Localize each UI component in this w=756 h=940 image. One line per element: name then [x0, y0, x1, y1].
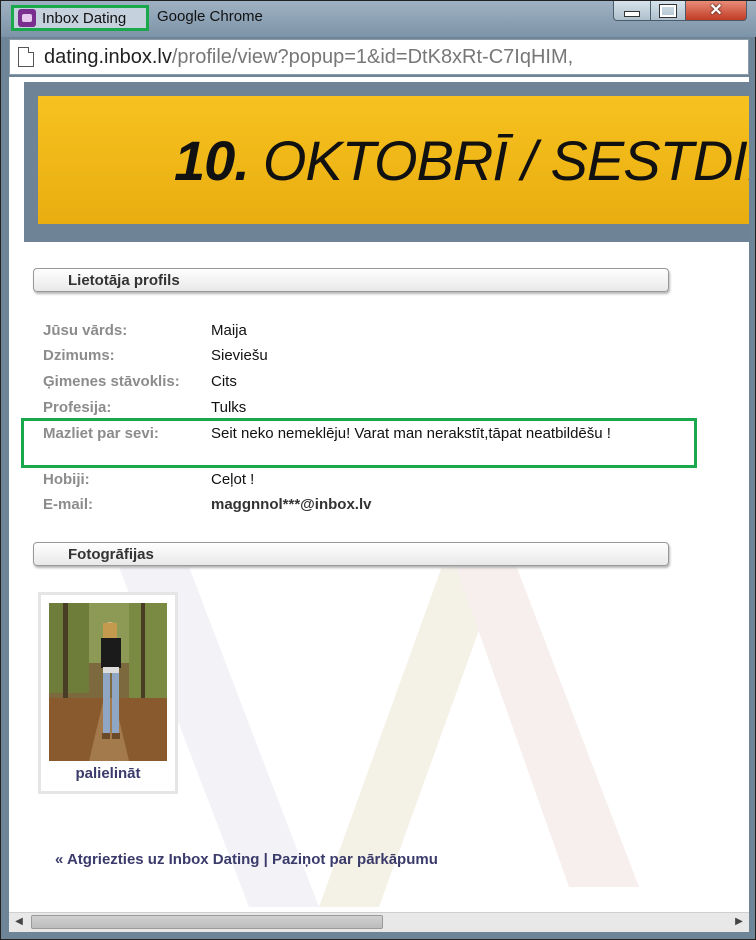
- banner-date-text: OKTOBRĪ / SESTDIENA: [262, 128, 749, 192]
- minimize-button[interactable]: [613, 1, 651, 21]
- minimize-icon: [624, 10, 640, 17]
- profile-email-value: maggnnol***@inbox.lv: [211, 496, 372, 513]
- title-bar: Inbox Dating Google Chrome ✕: [1, 1, 756, 37]
- horizontal-scrollbar[interactable]: ◀ ▶: [9, 912, 749, 932]
- page-viewport: 10.OKTOBRĪ / SESTDIENA Lietotāja profils…: [9, 77, 749, 912]
- url-path: /profile/view?popup=1&id=DtK8xRt-C7IqHIM…: [171, 45, 574, 68]
- address-bar[interactable]: dating.inbox.lv/profile/view?popup=1&id=…: [9, 39, 749, 75]
- profile-section-header: Lietotāja profils: [33, 268, 669, 292]
- close-button[interactable]: ✕: [685, 1, 747, 21]
- url-host: dating.inbox.lv: [44, 45, 172, 68]
- about-me-highlight-box: [21, 418, 697, 468]
- footer-links: « Atgriezties uz Inbox Dating | Paziņot …: [55, 851, 438, 868]
- photos-section-header: Fotogrāfijas: [33, 542, 669, 566]
- tab-title: Inbox Dating: [42, 9, 127, 27]
- photo-card: palielināt: [38, 592, 178, 794]
- profile-value: Maija: [211, 322, 247, 339]
- profile-value: Tulks: [211, 399, 247, 416]
- photos-section-title: Fotogrāfijas: [68, 546, 154, 563]
- banner-frame: 10.OKTOBRĪ / SESTDIENA: [24, 82, 749, 242]
- maximize-button[interactable]: [650, 1, 686, 21]
- browser-window: Inbox Dating Google Chrome ✕ dating.inbo…: [0, 0, 756, 940]
- profile-photo[interactable]: [49, 603, 167, 761]
- tab-inbox-dating[interactable]: Inbox Dating: [11, 5, 149, 31]
- profile-label: E-mail:: [43, 496, 94, 513]
- scroll-left-arrow-icon[interactable]: ◀: [11, 915, 27, 929]
- profile-label: Profesija:: [43, 399, 112, 416]
- scrollbar-thumb[interactable]: [31, 915, 383, 929]
- profile-label: Ģimenes stāvoklis:: [43, 373, 180, 390]
- close-icon: ✕: [709, 1, 723, 19]
- footer-separator: |: [263, 851, 268, 868]
- banner-text: 10.OKTOBRĪ / SESTDIENA: [174, 128, 749, 193]
- back-to-inbox-dating-link[interactable]: « Atgriezties uz Inbox Dating: [55, 851, 259, 868]
- profile-value: Cits: [211, 373, 237, 390]
- report-violation-link[interactable]: Paziņot par pārkāpumu: [272, 851, 438, 868]
- page-icon: [18, 47, 34, 67]
- banner-day: 10.: [174, 128, 250, 192]
- profile-label: Jūsu vārds:: [43, 322, 128, 339]
- scroll-right-arrow-icon[interactable]: ▶: [731, 915, 747, 929]
- profile-value: Ceļot !: [211, 471, 255, 488]
- enlarge-photo-link[interactable]: palielināt: [41, 765, 175, 782]
- browser-name: Google Chrome: [157, 8, 263, 25]
- inbox-dating-app-icon: [18, 9, 36, 27]
- profile-label: Hobiji:: [43, 471, 90, 488]
- profile-label: Dzimums:: [43, 347, 115, 364]
- event-banner[interactable]: 10.OKTOBRĪ / SESTDIENA: [38, 96, 749, 224]
- maximize-icon: [659, 3, 677, 18]
- profile-section-title: Lietotāja profils: [68, 272, 180, 289]
- profile-value: Sieviešu: [211, 347, 268, 364]
